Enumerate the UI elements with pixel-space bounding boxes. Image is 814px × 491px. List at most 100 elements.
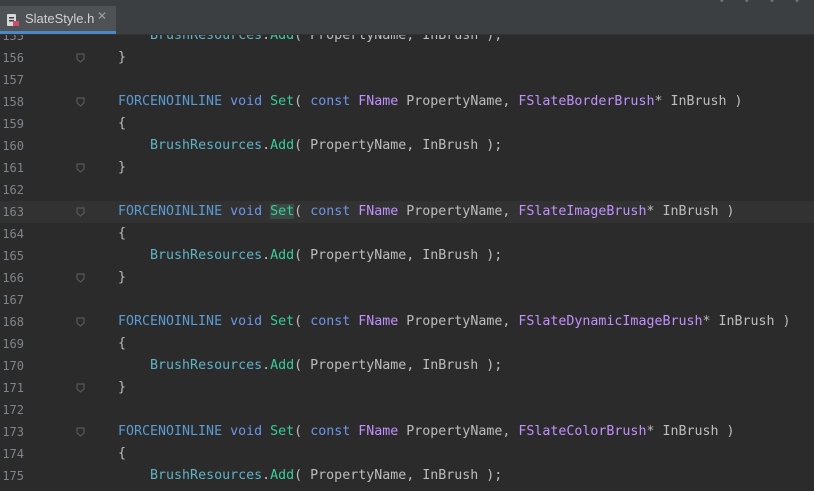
code-line[interactable]: 159 {: [0, 113, 814, 135]
code-line[interactable]: 175 BrushResources.Add( PropertyName, In…: [0, 465, 814, 487]
code-token: (: [294, 204, 311, 219]
code-token: FSlateBorderBrush: [518, 94, 655, 109]
header-file-icon: [7, 14, 19, 26]
code-line[interactable]: 164 {: [0, 223, 814, 245]
tab-slatestyle-h[interactable]: SlateStyle.h ✕: [0, 6, 116, 34]
code-line[interactable]: 170 BrushResources.Add( PropertyName, In…: [0, 355, 814, 377]
code-line[interactable]: 176}: [0, 487, 814, 491]
line-number: 173: [2, 425, 24, 439]
code-token: ( PropertyName, InBrush );: [294, 358, 503, 373]
code-text: }: [118, 157, 126, 179]
code-token: PropertyName,: [398, 94, 519, 109]
code-token: .: [262, 468, 271, 483]
fold-marker-icon[interactable]: [76, 273, 85, 283]
code-token: Add: [270, 35, 295, 43]
code-line[interactable]: 169 {: [0, 333, 814, 355]
code-token: }: [118, 270, 127, 285]
line-number: 166: [2, 271, 24, 285]
code-line[interactable]: 171}: [0, 377, 814, 399]
fold-marker-icon[interactable]: [76, 427, 85, 437]
line-number: 161: [2, 161, 24, 175]
code-token: void: [230, 94, 263, 109]
code-text: BrushResources.Add( PropertyName, InBrus…: [118, 465, 502, 487]
code-line[interactable]: 166}: [0, 267, 814, 289]
code-token: const: [310, 314, 351, 329]
code-token: void: [230, 424, 263, 439]
tab-label: SlateStyle.h: [25, 11, 95, 26]
code-token: FSlateColorBrush: [518, 424, 647, 439]
code-editor[interactable]: 155 BrushResources.Add( PropertyName, In…: [0, 35, 814, 491]
code-line[interactable]: 163 FORCENOINLINE void Set( const FName P…: [0, 201, 814, 223]
code-text: FORCENOINLINE void Set( const FName Prop…: [118, 421, 735, 443]
code-line[interactable]: 167: [0, 289, 814, 311]
line-number: 163: [2, 205, 24, 219]
code-token: FName: [358, 94, 399, 109]
code-token: Add: [270, 468, 295, 483]
code-text: BrushResources.Add( PropertyName, InBrus…: [118, 135, 502, 157]
code-token: .: [262, 35, 271, 43]
code-line[interactable]: 168 FORCENOINLINE void Set( const FName P…: [0, 311, 814, 333]
fold-marker-icon[interactable]: [76, 317, 85, 327]
code-text: {: [118, 223, 126, 245]
close-icon[interactable]: ✕: [97, 9, 107, 23]
code-token: (: [294, 424, 311, 439]
code-token: Set: [270, 94, 295, 109]
code-token: FName: [358, 314, 399, 329]
toolbar-overflow-icons: • • • •: [718, 0, 808, 7]
code-line[interactable]: 165 BrushResources.Add( PropertyName, In…: [0, 245, 814, 267]
code-token: (: [294, 94, 311, 109]
code-token: * InBrush ): [654, 94, 743, 109]
code-token: BrushResources: [150, 35, 263, 43]
code-text: BrushResources.Add( PropertyName, InBrus…: [118, 35, 502, 47]
code-line[interactable]: 157: [0, 69, 814, 91]
code-text: {: [118, 113, 126, 135]
fold-marker-icon[interactable]: [76, 383, 85, 393]
code-token: FORCENOINLINE: [118, 94, 223, 109]
code-text: }: [118, 47, 126, 69]
line-number: 167: [2, 293, 24, 307]
code-line[interactable]: 172: [0, 399, 814, 421]
code-token: Add: [270, 248, 295, 263]
fold-marker-icon[interactable]: [76, 207, 85, 217]
code-line[interactable]: 161}: [0, 157, 814, 179]
line-number: 175: [2, 469, 24, 483]
code-line[interactable]: 156}: [0, 47, 814, 69]
fold-marker-icon[interactable]: [76, 53, 85, 63]
code-line[interactable]: 174 {: [0, 443, 814, 465]
line-number: 157: [2, 73, 24, 87]
code-line[interactable]: 173 FORCENOINLINE void Set( const FName P…: [0, 421, 814, 443]
code-text: {: [118, 443, 126, 465]
code-text: }: [118, 377, 126, 399]
line-number: 158: [2, 95, 24, 109]
code-token: .: [262, 138, 271, 153]
line-number: 156: [2, 51, 24, 65]
code-line[interactable]: 162: [0, 179, 814, 201]
code-token: .: [262, 248, 271, 263]
code-token: }: [118, 50, 127, 65]
line-number: 165: [2, 249, 24, 263]
code-text: BrushResources.Add( PropertyName, InBrus…: [118, 245, 502, 267]
code-token: ( PropertyName, InBrush );: [294, 35, 503, 43]
code-text: FORCENOINLINE void Set( const FName Prop…: [118, 201, 735, 223]
code-line[interactable]: 158 FORCENOINLINE void Set( const FName P…: [0, 91, 814, 113]
code-token: (: [294, 314, 311, 329]
code-token: Add: [270, 358, 295, 373]
code-token: Set: [270, 314, 295, 329]
code-token: * InBrush ): [702, 314, 791, 329]
line-number: 172: [2, 403, 24, 417]
code-line[interactable]: 155 BrushResources.Add( PropertyName, In…: [0, 35, 814, 47]
code-token: Set: [270, 204, 295, 219]
code-token: PropertyName,: [398, 314, 519, 329]
code-token: {: [118, 226, 127, 241]
code-token: ( PropertyName, InBrush );: [294, 248, 503, 263]
code-line[interactable]: 160 BrushResources.Add( PropertyName, In…: [0, 135, 814, 157]
fold-marker-icon[interactable]: [76, 97, 85, 107]
code-token: FName: [358, 204, 399, 219]
fold-marker-icon[interactable]: [76, 163, 85, 173]
code-token: {: [118, 336, 127, 351]
